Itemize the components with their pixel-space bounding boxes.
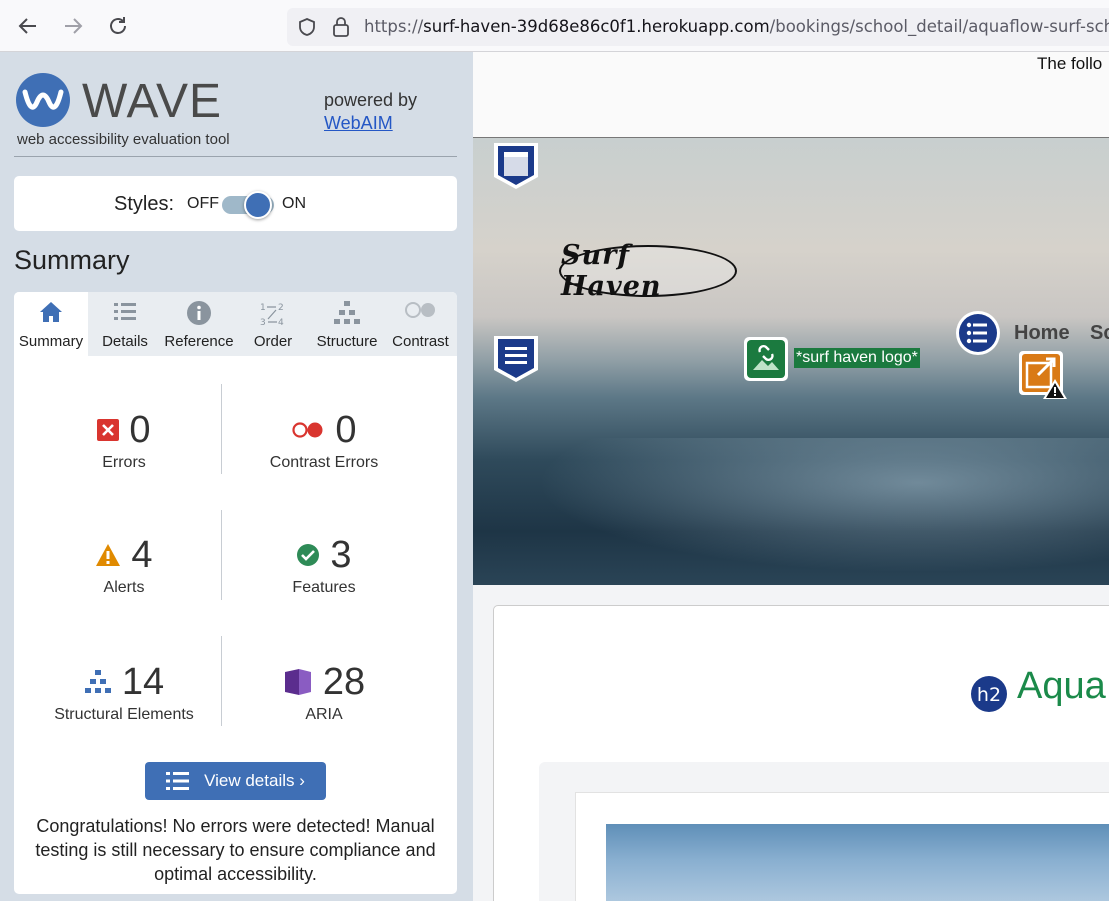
svg-text:h2: h2: [977, 684, 1001, 706]
nav-home-link[interactable]: Home: [1014, 322, 1070, 345]
svg-text:2: 2: [278, 303, 284, 313]
features-count: 3: [330, 533, 352, 576]
stat-features[interactable]: 3 Features: [224, 533, 424, 597]
tab-reference[interactable]: Reference: [162, 292, 236, 356]
wave-title: WAVE: [82, 75, 223, 128]
summary-heading: Summary: [14, 245, 130, 275]
styles-off-label: OFF: [187, 195, 219, 212]
stat-aria[interactable]: 28 ARIA: [224, 660, 424, 724]
styles-toggle-knob[interactable]: [244, 191, 272, 219]
shield-icon[interactable]: [297, 17, 317, 37]
info-icon: [187, 301, 211, 325]
stat-structural[interactable]: 14 Structural Elements: [14, 660, 234, 724]
back-arrow-icon: [18, 18, 36, 34]
powered-by: powered by WebAIM: [324, 89, 417, 135]
alerts-count: 4: [131, 533, 153, 576]
aria-label: ARIA: [305, 706, 343, 723]
structural-label: Structural Elements: [54, 706, 194, 723]
list-icon: [166, 772, 190, 790]
list-icon: [114, 303, 136, 320]
structural-icon: [84, 670, 111, 693]
tab-structure[interactable]: Structure: [310, 292, 384, 356]
svg-text:3: 3: [260, 318, 266, 328]
tab-details[interactable]: Details: [88, 292, 162, 356]
ocean-wave: [473, 438, 1109, 588]
stat-alerts[interactable]: 4 Alerts: [14, 533, 234, 597]
svg-text:4: 4: [278, 318, 284, 328]
forward-button[interactable]: [61, 14, 85, 38]
styles-toggle-box: Styles: OFF ON: [14, 176, 457, 231]
wave-subtitle: web accessibility evaluation tool: [17, 131, 230, 148]
tab-label: Details: [102, 333, 148, 350]
tab-contrast[interactable]: Contrast: [384, 292, 457, 356]
structural-count: 14: [121, 660, 165, 703]
alt-text-tag: *surf haven logo*: [794, 348, 920, 368]
contrast-icon: [404, 302, 435, 318]
redundant-link-alert-icon[interactable]: [1018, 350, 1068, 400]
wave-logo-icon: [16, 73, 70, 127]
tab-label: Reference: [164, 333, 234, 350]
surf-haven-logo[interactable]: Surf Haven: [559, 240, 737, 302]
top-strip: The follo: [473, 52, 1109, 138]
heading-h2-icon[interactable]: h2: [967, 672, 1011, 716]
reload-button[interactable]: [106, 14, 130, 38]
top-text: The follo: [1037, 54, 1103, 73]
wave-sidebar: WAVE web accessibility evaluation tool p…: [0, 52, 473, 901]
divider: [14, 156, 457, 157]
nav-schools-link[interactable]: Sc: [1090, 322, 1109, 345]
lock-icon[interactable]: [331, 16, 351, 38]
styles-on-label: ON: [282, 195, 306, 212]
contrast-error-icon: [292, 422, 323, 438]
back-button[interactable]: [16, 14, 40, 38]
aria-landmark-icon[interactable]: [491, 333, 541, 385]
unordered-list-icon[interactable]: [955, 310, 1001, 356]
contrast-errors-count: 0: [335, 408, 357, 451]
aria-region-icon[interactable]: [491, 140, 541, 192]
tab-bar: Summary Details Reference 1 2 3 4 Order Str…: [14, 292, 457, 356]
url-bar[interactable]: https://surf-haven-39d68e86c0f1.herokuap…: [287, 8, 1109, 46]
home-icon: [40, 302, 62, 322]
browser-toolbar: https://surf-haven-39d68e86c0f1.herokuap…: [0, 0, 1109, 52]
feature-check-icon: [297, 544, 320, 566]
school-heading: Aqua: [1017, 665, 1106, 707]
svg-text:1: 1: [260, 303, 266, 313]
view-details-label: View details ›: [204, 771, 305, 790]
webaim-link[interactable]: WebAIM: [324, 113, 393, 133]
stat-contrast-errors[interactable]: 0 Contrast Errors: [224, 408, 424, 472]
structure-icon: [334, 301, 360, 324]
styles-label: Styles:: [114, 193, 175, 215]
tab-label: Contrast: [392, 333, 449, 350]
error-icon: [97, 419, 120, 441]
errors-label: Errors: [102, 454, 146, 471]
order-icon: 1 2 3 4: [260, 303, 284, 328]
hero-image: [473, 138, 1109, 588]
school-image: [606, 824, 1109, 901]
aria-icon: [284, 669, 311, 695]
congrats-message: Congratulations! No errors were detected…: [35, 816, 436, 884]
powered-by-text: powered by: [324, 90, 418, 110]
tab-label: Order: [253, 333, 293, 350]
forward-arrow-icon: [65, 18, 83, 34]
url-text[interactable]: https://surf-haven-39d68e86c0f1.herokuap…: [364, 17, 1109, 36]
summary-panel: Summary Details Reference 1 2 3 4 Order Str…: [14, 292, 457, 894]
reload-icon: [110, 17, 126, 34]
tab-label: Structure: [316, 333, 378, 350]
tab-summary[interactable]: Summary: [14, 292, 88, 356]
view-details-button[interactable]: View details ›: [145, 762, 326, 800]
tab-label: Summary: [18, 333, 84, 350]
aria-count: 28: [322, 660, 366, 703]
errors-count: 0: [129, 408, 151, 451]
alert-icon: [96, 544, 121, 566]
contrast-errors-label: Contrast Errors: [269, 454, 379, 471]
alerts-label: Alerts: [103, 579, 145, 596]
linked-image-icon[interactable]: [743, 336, 789, 382]
features-label: Features: [292, 579, 356, 596]
page-content: The follo Surf Haven *surf haven logo* H…: [473, 52, 1109, 901]
stat-errors[interactable]: 0 Errors: [14, 408, 234, 472]
tab-order[interactable]: 1 2 3 4 Order: [236, 292, 310, 356]
